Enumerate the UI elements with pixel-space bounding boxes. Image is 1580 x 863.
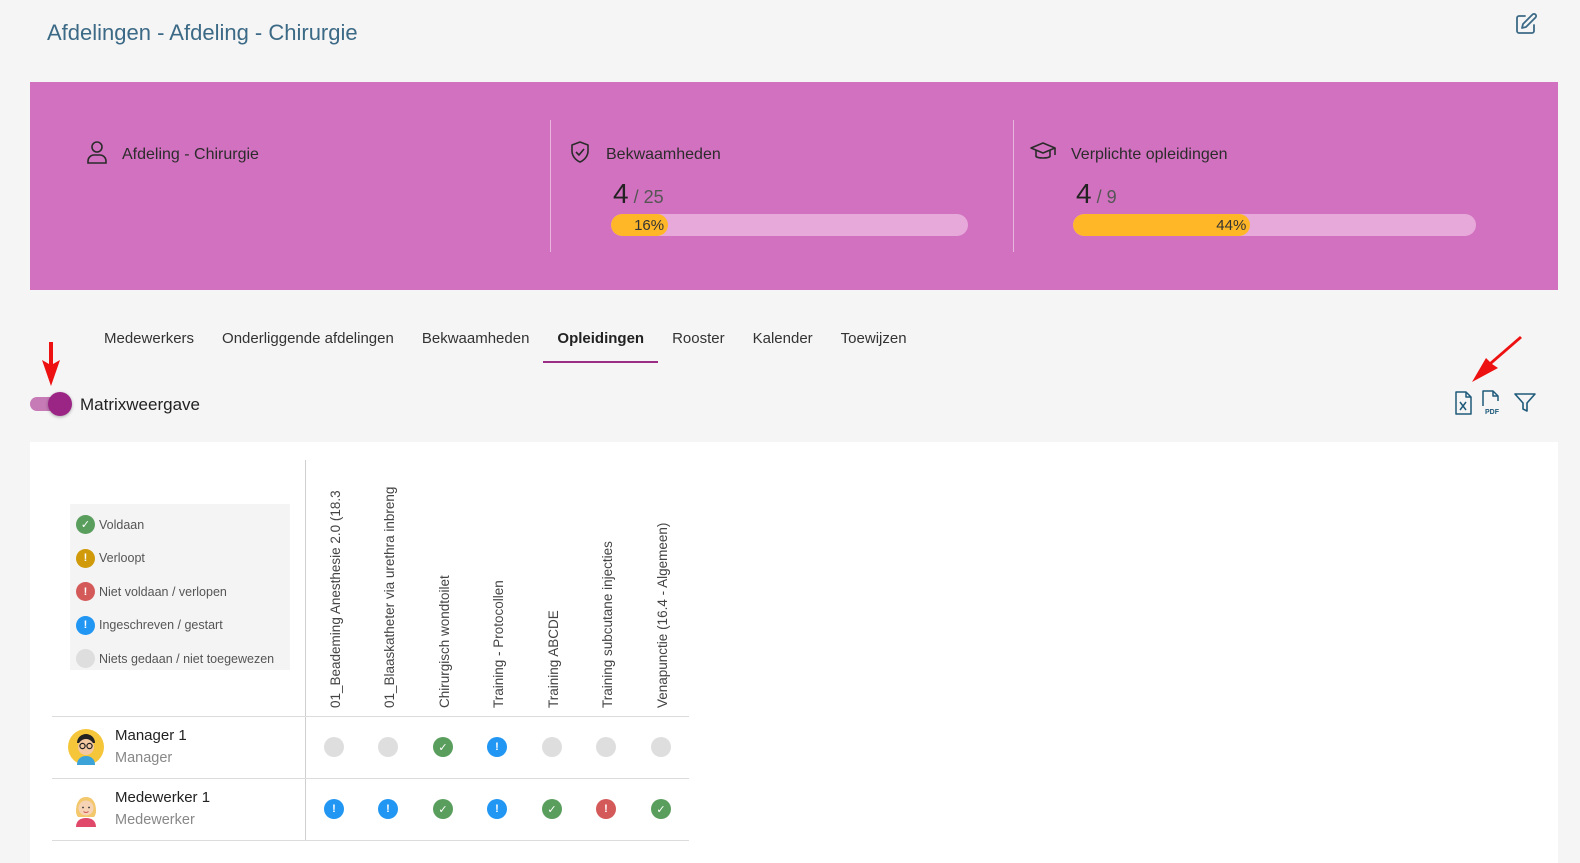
table-row: Manager 1 Manager ✓!: [52, 717, 689, 779]
person-name: Manager 1: [115, 727, 187, 744]
status-cell-blue[interactable]: !: [324, 799, 344, 819]
column-header: Training - Protocollen: [491, 580, 506, 708]
status-cell-green[interactable]: ✓: [433, 799, 453, 819]
trainings-percent: 44%: [1216, 216, 1247, 234]
annotation-arrow-export: [1472, 336, 1522, 382]
annotation-arrow-toggle: [42, 342, 60, 386]
column-header: 01_Beademing Anesthesie 2.0 (18.3: [328, 490, 343, 708]
exclamation-icon: !: [76, 548, 95, 568]
tab-rooster[interactable]: Rooster: [658, 318, 739, 363]
trainings-progress-bar: 44%: [1073, 214, 1476, 236]
person-role: Manager: [115, 750, 173, 766]
status-cell-blue[interactable]: !: [487, 737, 507, 757]
column-header: Venapunctie (16.4 - Algemeen): [655, 522, 670, 708]
trainings-count: 4 / 9: [1076, 178, 1117, 209]
legend-item-niets-gedaan: Niets gedaan / niet toegewezen: [76, 642, 284, 676]
status-cell-green[interactable]: ✓: [651, 799, 671, 819]
status-cell-green[interactable]: ✓: [542, 799, 562, 819]
pdf-export-icon[interactable]: PDF: [1479, 390, 1505, 416]
status-cell-grey[interactable]: [542, 737, 562, 757]
trainings-label: Verplichte opleidingen: [1071, 145, 1228, 163]
column-header: Training subcutane injecties: [600, 541, 615, 708]
competencies-count: 4 / 25: [613, 178, 664, 209]
column-header: Chirurgisch wondtoilet: [437, 575, 452, 708]
status-cell-blue[interactable]: !: [487, 799, 507, 819]
matrix-view-toggle[interactable]: [30, 392, 72, 416]
tab-toewijzen[interactable]: Toewijzen: [827, 318, 921, 363]
tab-opleidingen[interactable]: Opleidingen: [543, 318, 658, 363]
summary-banner: Afdeling - Chirurgie Bekwaamheden 4 / 25: [30, 82, 1558, 290]
shield-check-icon: [568, 140, 592, 169]
status-legend: ✓ Voldaan ! Verloopt ! Niet voldaan / ve…: [70, 504, 290, 670]
table-row: Medewerker 1 Medewerker !! ✓! ✓! ✓: [52, 779, 689, 841]
status-cell-grey[interactable]: [378, 737, 398, 757]
tab-bekwaamheden[interactable]: Bekwaamheden: [408, 318, 544, 363]
legend-item-voldaan: ✓ Voldaan: [76, 508, 284, 542]
person-name: Medewerker 1: [115, 789, 211, 806]
filter-icon[interactable]: [1512, 390, 1538, 416]
empty-circle-icon: [76, 649, 95, 669]
legend-item-ingeschreven: ! Ingeschreven / gestart: [76, 609, 284, 643]
trainings-progress-fill: 44%: [1073, 214, 1251, 236]
status-cell-green[interactable]: ✓: [433, 737, 453, 757]
department-name: Afdeling - Chirurgie: [122, 145, 259, 163]
column-header: 01_Blaaskatheter via urethra inbreng: [382, 486, 397, 708]
check-icon: ✓: [76, 515, 95, 535]
trainings-card: Verplichte opleidingen 4 / 9 44%: [1014, 82, 1558, 290]
legend-item-verloopt: ! Verloopt: [76, 542, 284, 576]
matrix-view-label: Matrixweergave: [80, 395, 200, 414]
tab-kalender[interactable]: Kalender: [739, 318, 827, 363]
tab-bar: Medewerkers Onderliggende afdelingen Bek…: [90, 318, 921, 363]
competencies-percent: 16%: [634, 216, 665, 234]
exclamation-icon: !: [76, 582, 95, 602]
user-icon: [86, 140, 108, 169]
page-title: Afdelingen - Afdeling - Chirurgie: [47, 20, 358, 45]
excel-export-icon[interactable]: [1450, 390, 1476, 416]
edit-icon[interactable]: [1512, 10, 1540, 38]
employee-avatar-icon: [68, 791, 104, 827]
competencies-card: Bekwaamheden 4 / 25 16%: [551, 82, 1013, 290]
status-cell-grey[interactable]: [596, 737, 616, 757]
tab-onderliggende-afdelingen[interactable]: Onderliggende afdelingen: [208, 318, 408, 363]
legend-item-niet-voldaan: ! Niet voldaan / verlopen: [76, 575, 284, 609]
graduation-cap-icon: [1029, 140, 1057, 169]
person-role: Medewerker: [115, 812, 195, 828]
department-card: Afdeling - Chirurgie: [30, 82, 550, 290]
competencies-progress-bar: 16%: [611, 214, 968, 236]
status-cell-grey[interactable]: [324, 737, 344, 757]
competencies-label: Bekwaamheden: [606, 145, 721, 163]
column-header: Training ABCDE: [546, 610, 561, 708]
status-cell-red[interactable]: !: [596, 799, 616, 819]
status-cell-grey[interactable]: [651, 737, 671, 757]
page-root: Afdelingen - Afdeling - Chirurgie Afdeli…: [0, 0, 1580, 863]
svg-text:PDF: PDF: [1485, 409, 1500, 416]
exclamation-icon: !: [76, 615, 95, 635]
status-cell-blue[interactable]: !: [378, 799, 398, 819]
tab-medewerkers[interactable]: Medewerkers: [90, 318, 208, 363]
training-matrix: ✓ Voldaan ! Verloopt ! Niet voldaan / ve…: [30, 442, 1558, 863]
competencies-progress-fill: 16%: [611, 214, 669, 236]
manager-avatar-icon: [68, 729, 104, 765]
